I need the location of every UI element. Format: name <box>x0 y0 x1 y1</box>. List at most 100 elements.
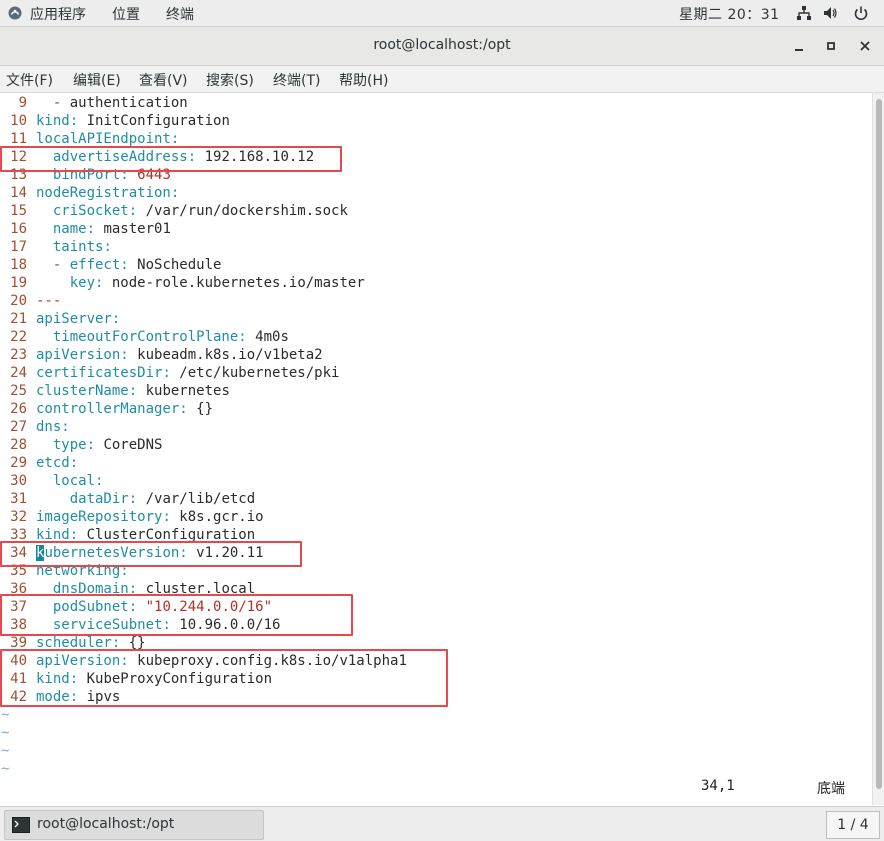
applications-icon <box>8 6 22 20</box>
code-token: apiServer <box>36 311 112 327</box>
places-menu[interactable]: 位置 <box>112 4 140 24</box>
code-token: type <box>36 437 87 453</box>
editor-line[interactable]: 22 timeoutForControlPlane: 4m0s <box>0 328 289 346</box>
scrollbar[interactable] <box>872 93 884 805</box>
editor-line[interactable]: 14 nodeRegistration: <box>0 184 179 202</box>
editor-line[interactable]: 24 certificatesDir: /etc/kubernetes/pki <box>0 364 339 382</box>
code-token: : <box>69 113 79 129</box>
tilde-marker: ~ <box>1 725 10 741</box>
empty-buffer-line: ~ <box>0 724 9 742</box>
line-content: dns: <box>36 419 70 435</box>
clock[interactable]: 星期二 20：31 <box>679 4 780 24</box>
editor-line[interactable]: 21 apiServer: <box>0 310 120 328</box>
empty-buffer-line: ~ <box>0 760 9 778</box>
editor-line[interactable]: 26 controllerManager: {} <box>0 400 213 418</box>
code-token: controllerManager <box>36 401 180 417</box>
editor-line[interactable]: 10 kind: InitConfiguration <box>0 112 230 130</box>
code-token: - <box>36 95 70 111</box>
code-token: : <box>162 509 171 525</box>
editor-line[interactable]: 20 --- <box>0 292 61 310</box>
editor-line[interactable]: 23 apiVersion: kubeadm.k8s.io/v1beta2 <box>0 346 322 364</box>
editor-line[interactable]: 31 dataDir: /var/lib/etcd <box>0 490 255 508</box>
editor-line[interactable]: 19 key: node-role.kubernetes.io/master <box>0 274 365 292</box>
line-number: 32 <box>10 509 27 525</box>
code-token: : <box>120 347 129 363</box>
editor-line[interactable]: 15 criSocket: /var/run/dockershim.sock <box>0 202 348 220</box>
window-titlebar[interactable]: root@localhost:/opt <box>0 27 884 66</box>
scrollbar-thumb[interactable] <box>876 99 882 789</box>
line-content: name: master01 <box>36 221 171 237</box>
code-token: : <box>128 491 138 507</box>
code-token: criSocket <box>36 203 129 219</box>
menu-help[interactable]: 帮助(H) <box>339 70 388 90</box>
code-token: kind <box>36 113 70 129</box>
code-token: : <box>179 401 188 417</box>
editor-line[interactable]: 29 etcd: <box>0 454 78 472</box>
code-token: {} <box>187 401 214 417</box>
line-number: 25 <box>10 383 27 399</box>
editor-line[interactable]: 9 - authentication <box>0 94 188 112</box>
code-token: : <box>128 203 138 219</box>
line-content: key: node-role.kubernetes.io/master <box>36 275 365 291</box>
editor-line[interactable]: 17 taints: <box>0 238 112 256</box>
code-token: /var/run/dockershim.sock <box>137 203 348 219</box>
terminal-icon <box>12 817 30 833</box>
taskbar-window-label: root@localhost:/opt <box>37 816 175 832</box>
menu-search[interactable]: 搜索(S) <box>206 70 254 90</box>
menu-edit[interactable]: 编辑(E) <box>73 70 121 90</box>
editor-line[interactable]: 18 - effect: NoSchedule <box>0 256 221 274</box>
code-token: timeoutForControlPlane <box>36 329 239 345</box>
applications-menu[interactable]: 应用程序 <box>30 4 86 24</box>
code-token: dataDir <box>36 491 129 507</box>
taskbar-window-button[interactable]: root@localhost:/opt <box>4 810 264 840</box>
volume-icon[interactable] <box>822 5 838 21</box>
code-token: localAPIEndpoint <box>36 131 171 147</box>
code-token: - <box>36 257 70 273</box>
editor-line[interactable]: 25 clusterName: kubernetes <box>0 382 230 400</box>
code-token: NoSchedule <box>128 257 222 273</box>
editor-line[interactable]: 32 imageRepository: k8s.gcr.io <box>0 508 264 526</box>
code-token: dns <box>36 419 62 435</box>
line-content: etcd: <box>36 455 78 471</box>
line-content: controllerManager: {} <box>36 401 213 417</box>
minimize-icon[interactable] <box>788 35 810 57</box>
code-token: : <box>111 311 121 327</box>
line-number: 24 <box>10 365 27 381</box>
code-token: : <box>95 473 104 489</box>
editor-line[interactable]: 27 dns: <box>0 418 70 436</box>
line-content: dataDir: /var/lib/etcd <box>36 491 255 507</box>
line-content: local: <box>36 473 104 489</box>
power-icon[interactable] <box>853 5 869 21</box>
code-token: local <box>36 473 96 489</box>
menu-view[interactable]: 查看(V) <box>139 70 188 90</box>
empty-buffer-line: ~ <box>0 706 9 724</box>
line-number: 30 <box>10 473 27 489</box>
line-number: 22 <box>10 329 27 345</box>
code-token: imageRepository <box>36 509 163 525</box>
top-panel: 应用程序 位置 终端 星期二 20：31 <box>0 0 884 27</box>
workspace-indicator[interactable]: 1 / 4 <box>826 811 880 839</box>
line-content: - authentication <box>36 95 188 111</box>
editor-line[interactable]: 16 name: master01 <box>0 220 171 238</box>
editor-line[interactable]: 30 local: <box>0 472 103 490</box>
line-number: 14 <box>10 185 27 201</box>
scroll-position: 底端 <box>817 781 845 797</box>
line-number: 18 <box>10 257 27 273</box>
network-icon[interactable] <box>796 5 812 21</box>
code-token: master01 <box>95 221 171 237</box>
menu-file[interactable]: 文件(F) <box>6 70 53 90</box>
code-token: name <box>36 221 87 237</box>
code-token: : <box>69 455 79 471</box>
terminal-app-menu[interactable]: 终端 <box>166 4 194 24</box>
line-content: imageRepository: k8s.gcr.io <box>36 509 264 525</box>
maximize-icon[interactable] <box>820 35 842 57</box>
editor-line[interactable]: 28 type: CoreDNS <box>0 436 162 454</box>
line-number: 10 <box>10 113 27 129</box>
close-icon[interactable] <box>854 35 876 57</box>
menu-terminal[interactable]: 终端(T) <box>273 70 320 90</box>
menubar: 文件(F) 编辑(E) 查看(V) 搜索(S) 终端(T) 帮助(H) <box>0 66 884 93</box>
line-number: 27 <box>10 419 27 435</box>
empty-buffer-line: ~ <box>0 742 9 760</box>
code-token: clusterName <box>36 383 129 399</box>
code-token: /var/lib/etcd <box>137 491 256 507</box>
